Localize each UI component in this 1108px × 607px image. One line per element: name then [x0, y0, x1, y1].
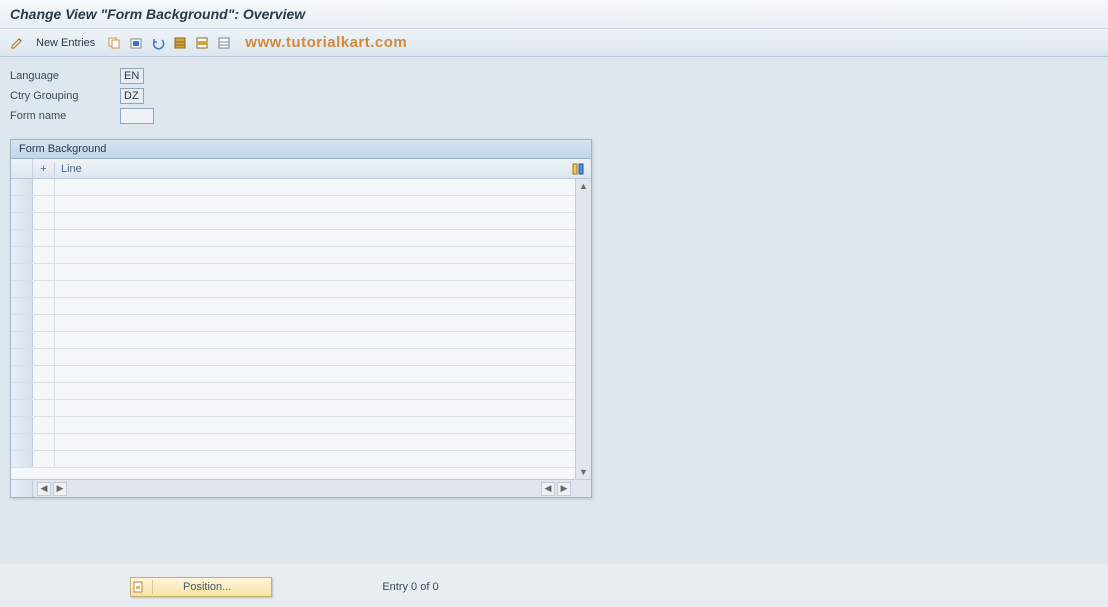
watermark-text: www.tutorialkart.com	[245, 34, 407, 51]
scroll-left-start-icon[interactable]: ◀	[37, 482, 51, 496]
table-title: Form Background	[11, 140, 591, 159]
row-line-cell[interactable]	[55, 264, 575, 280]
table-header: + Line	[11, 159, 591, 179]
language-label: Language	[10, 70, 120, 82]
row-line-cell[interactable]	[55, 298, 575, 314]
row-plus-cell[interactable]	[33, 247, 55, 263]
row-line-cell[interactable]	[55, 196, 575, 212]
row-selector[interactable]	[11, 434, 33, 450]
row-selector[interactable]	[11, 281, 33, 297]
row-plus-cell[interactable]	[33, 196, 55, 212]
scroll-down-icon[interactable]: ▼	[579, 465, 588, 479]
row-line-cell[interactable]	[55, 366, 575, 382]
row-plus-cell[interactable]	[33, 298, 55, 314]
footer: Position... Entry 0 of 0	[0, 567, 1108, 607]
row-line-cell[interactable]	[55, 434, 575, 450]
row-line-cell[interactable]	[55, 213, 575, 229]
change-icon[interactable]	[8, 34, 26, 52]
undo-icon[interactable]	[149, 34, 167, 52]
row-plus-cell[interactable]	[33, 213, 55, 229]
row-selector[interactable]	[11, 400, 33, 416]
row-selector[interactable]	[11, 213, 33, 229]
row-line-cell[interactable]	[55, 247, 575, 263]
row-selector[interactable]	[11, 247, 33, 263]
form-name-field[interactable]	[120, 108, 154, 124]
row-selector[interactable]	[11, 230, 33, 246]
row-line-cell[interactable]	[55, 230, 575, 246]
row-plus-cell[interactable]	[33, 349, 55, 365]
ctry-grouping-field[interactable]: DZ	[120, 88, 144, 104]
row-plus-cell[interactable]	[33, 383, 55, 399]
delete-icon[interactable]	[127, 34, 145, 52]
table-config-icon[interactable]	[571, 162, 591, 176]
form-area: Language EN Ctry Grouping DZ Form name	[10, 67, 1098, 125]
row-selector[interactable]	[11, 332, 33, 348]
row-plus-cell[interactable]	[33, 230, 55, 246]
row-line-cell[interactable]	[55, 315, 575, 331]
row-plus-cell[interactable]	[33, 417, 55, 433]
row-line-cell[interactable]	[55, 179, 575, 195]
row-selector[interactable]	[11, 315, 33, 331]
row-line-cell[interactable]	[55, 383, 575, 399]
row-selector[interactable]	[11, 179, 33, 195]
toolbar: New Entries www.tutorialkart.com	[0, 29, 1108, 57]
copy-icon[interactable]	[105, 34, 123, 52]
row-selector[interactable]	[11, 451, 33, 467]
select-block-icon[interactable]	[193, 34, 211, 52]
column-plus[interactable]: +	[33, 163, 55, 175]
row-selector[interactable]	[11, 349, 33, 365]
horizontal-scrollbar: ◀ ▶ ◀ ▶	[11, 479, 591, 497]
page-title: Change View "Form Background": Overview	[0, 0, 1108, 29]
row-line-cell[interactable]	[55, 417, 575, 433]
row-plus-cell[interactable]	[33, 264, 55, 280]
content-area: Language EN Ctry Grouping DZ Form name F…	[0, 57, 1108, 564]
scroll-up-icon[interactable]: ▲	[579, 179, 588, 193]
row-plus-cell[interactable]	[33, 315, 55, 331]
row-selector[interactable]	[11, 196, 33, 212]
select-all-icon[interactable]	[171, 34, 189, 52]
entry-count-label: Entry 0 of 0	[382, 581, 438, 593]
position-button[interactable]: Position...	[130, 577, 272, 597]
position-label: Position...	[153, 581, 271, 593]
row-line-cell[interactable]	[55, 281, 575, 297]
row-selector[interactable]	[11, 366, 33, 382]
column-line[interactable]: Line	[55, 163, 571, 175]
new-entries-button[interactable]: New Entries	[30, 35, 101, 51]
row-plus-cell[interactable]	[33, 179, 55, 195]
scroll-right-end-icon[interactable]: ▶	[557, 482, 571, 496]
row-selector[interactable]	[11, 383, 33, 399]
scroll-right-icon[interactable]: ◀	[541, 482, 555, 496]
row-selector[interactable]	[11, 264, 33, 280]
row-plus-cell[interactable]	[33, 332, 55, 348]
row-line-cell[interactable]	[55, 332, 575, 348]
row-line-cell[interactable]	[55, 451, 575, 467]
row-plus-cell[interactable]	[33, 281, 55, 297]
form-name-label: Form name	[10, 110, 120, 122]
vertical-scrollbar[interactable]: ▲ ▼	[575, 179, 591, 479]
deselect-all-icon[interactable]	[215, 34, 233, 52]
ctry-grouping-label: Ctry Grouping	[10, 90, 120, 102]
header-row-selector[interactable]	[11, 159, 33, 178]
row-selector[interactable]	[11, 417, 33, 433]
row-plus-cell[interactable]	[33, 400, 55, 416]
table-panel: Form Background + Line	[10, 139, 592, 498]
row-plus-cell[interactable]	[33, 366, 55, 382]
row-selector[interactable]	[11, 298, 33, 314]
row-plus-cell[interactable]	[33, 434, 55, 450]
position-icon	[131, 580, 153, 594]
table-rows	[11, 179, 575, 479]
language-field[interactable]: EN	[120, 68, 144, 84]
row-line-cell[interactable]	[55, 400, 575, 416]
scroll-left-icon[interactable]: ▶	[53, 482, 67, 496]
row-plus-cell[interactable]	[33, 451, 55, 467]
row-line-cell[interactable]	[55, 349, 575, 365]
